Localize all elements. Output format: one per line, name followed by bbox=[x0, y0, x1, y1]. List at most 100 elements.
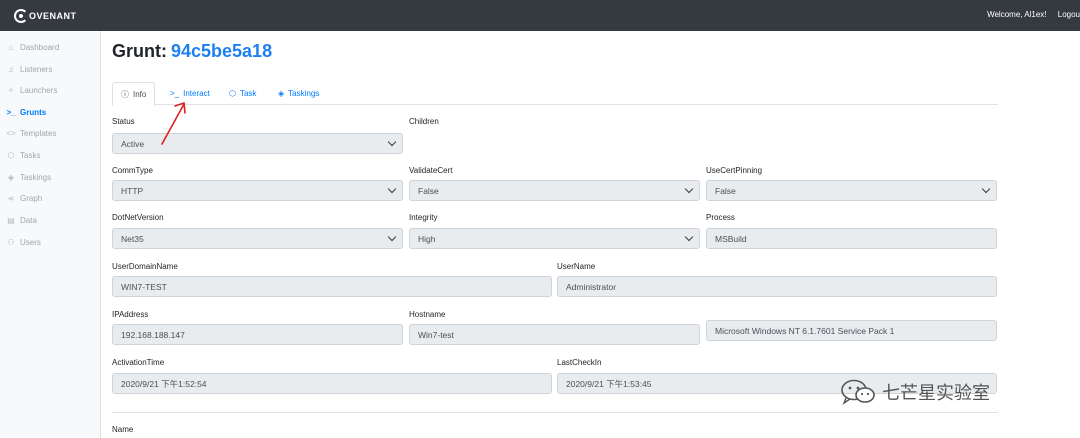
integrity-value: High bbox=[418, 233, 436, 244]
terminal-icon: >_ bbox=[6, 107, 16, 117]
operating-system-field[interactable]: Microsoft Windows NT 6.1.7601 Service Pa… bbox=[706, 320, 997, 341]
validatecert-label: ValidateCert bbox=[409, 166, 453, 175]
annotation-arrow-icon bbox=[161, 102, 186, 145]
ipaddress-label: IPAddress bbox=[112, 310, 149, 319]
usecertpinning-value: False bbox=[715, 185, 736, 196]
watermark-text: 七芒星实验室 bbox=[882, 383, 990, 403]
sidebar-item-users[interactable]: ⚇ Users bbox=[6, 235, 41, 249]
users-icon: ⚇ bbox=[7, 237, 15, 247]
sidebar-item-label: Dashboard bbox=[20, 42, 60, 52]
sidebar-item-label: Listeners bbox=[20, 64, 53, 74]
ipaddress-value: 192.168.188.147 bbox=[121, 329, 185, 340]
top-navbar: OVENANT Welcome, Al1ex! Logou bbox=[0, 0, 1080, 31]
terminal-icon: >_ bbox=[170, 89, 180, 98]
validatecert-value: False bbox=[418, 185, 439, 196]
userdomainname-label: UserDomainName bbox=[112, 262, 178, 271]
hostname-field[interactable]: Win7-test bbox=[409, 324, 700, 345]
sidebar-item-dashboard[interactable]: ⌂ Dashboard bbox=[6, 40, 60, 54]
children-label: Children bbox=[409, 117, 439, 126]
layers-icon: ◈ bbox=[7, 172, 15, 182]
tab-label: Task bbox=[239, 89, 257, 98]
info-icon: ⓘ bbox=[121, 89, 129, 99]
sidebar-item-grunts[interactable]: >_ Grunts bbox=[6, 105, 46, 119]
logout-link[interactable]: Logou bbox=[1058, 10, 1080, 19]
box-icon: ⬡ bbox=[229, 89, 236, 98]
sidebar-item-data[interactable]: ▤ Data bbox=[6, 213, 37, 227]
username-value: Administrator bbox=[566, 281, 617, 292]
username-label: UserName bbox=[557, 262, 596, 271]
hostname-value: Win7-test bbox=[418, 329, 454, 340]
sidebar-item-taskings[interactable]: ◈ Taskings bbox=[6, 170, 51, 184]
covenant-logo-icon bbox=[14, 8, 28, 23]
logo-text: OVENANT bbox=[29, 10, 77, 21]
process-value: MSBuild bbox=[715, 233, 747, 244]
dotnetversion-select[interactable]: Net35 bbox=[112, 228, 403, 249]
status-select[interactable]: Active bbox=[112, 133, 403, 154]
tab-info[interactable]: ⓘ Info bbox=[112, 82, 156, 106]
status-label: Status bbox=[112, 117, 135, 126]
sidebar-item-label: Graph bbox=[20, 193, 43, 203]
page-title-prefix: Grunt: bbox=[112, 41, 167, 61]
process-label: Process bbox=[706, 213, 735, 222]
status-value: Active bbox=[121, 138, 145, 149]
validatecert-select[interactable]: False bbox=[409, 180, 700, 201]
navbar-user-area: Welcome, Al1ex! Logou bbox=[987, 10, 1080, 19]
database-icon: ▤ bbox=[7, 215, 15, 225]
lastcheckin-label: LastCheckIn bbox=[557, 358, 602, 367]
tab-label: Interact bbox=[183, 89, 210, 98]
name-label: Name bbox=[112, 425, 134, 434]
rocket-icon: ✧ bbox=[7, 85, 15, 95]
userdomainname-value: WIN7-TEST bbox=[121, 281, 167, 292]
process-field[interactable]: MSBuild bbox=[706, 228, 997, 249]
chevron-down-icon bbox=[684, 232, 694, 242]
sidebar-item-launchers[interactable]: ✧ Launchers bbox=[6, 83, 58, 97]
chevron-down-icon bbox=[981, 184, 991, 194]
tab-task[interactable]: ⬡ Task bbox=[221, 82, 264, 105]
activationtime-value: 2020/9/21 下午1:52:54 bbox=[121, 378, 207, 389]
watermark: 七芒星实验室 bbox=[840, 376, 990, 408]
headphones-icon: ♫ bbox=[8, 64, 14, 74]
integrity-select[interactable]: High bbox=[409, 228, 700, 249]
grunt-tabs: ⓘ Info >_ Interact ⬡ Task ◈ Taskings bbox=[112, 82, 998, 106]
sidebar-item-tasks[interactable]: ⬡ Tasks bbox=[6, 148, 41, 162]
lastcheckin-value: 2020/9/21 下午1:53:45 bbox=[566, 378, 652, 389]
usecertpinning-label: UseCertPinning bbox=[706, 166, 763, 175]
chevron-down-icon bbox=[387, 232, 397, 242]
ipaddress-field[interactable]: 192.168.188.147 bbox=[112, 324, 403, 345]
sidebar-item-label: Data bbox=[20, 215, 37, 225]
commtype-value: HTTP bbox=[121, 185, 144, 196]
chevron-down-icon bbox=[387, 184, 397, 194]
username-field[interactable]: Administrator bbox=[557, 276, 997, 297]
sidebar-item-label: Taskings bbox=[20, 172, 52, 182]
tab-label: Info bbox=[133, 89, 147, 99]
userdomainname-field[interactable]: WIN7-TEST bbox=[112, 276, 552, 297]
commtype-label: CommType bbox=[112, 166, 153, 175]
dotnetversion-label: DotNetVersion bbox=[112, 213, 164, 222]
code-icon: <> bbox=[6, 128, 16, 138]
sidebar-item-label: Tasks bbox=[20, 150, 41, 160]
welcome-text: Welcome, Al1ex! bbox=[987, 10, 1047, 19]
chevron-down-icon bbox=[387, 137, 397, 147]
page-title: Grunt: 94c5be5a18 bbox=[112, 41, 272, 62]
tab-label: Taskings bbox=[288, 89, 320, 98]
commtype-select[interactable]: HTTP bbox=[112, 180, 403, 201]
dotnetversion-value: Net35 bbox=[121, 233, 144, 244]
usecertpinning-select[interactable]: False bbox=[706, 180, 997, 201]
sidebar-item-templates[interactable]: <> Templates bbox=[6, 126, 56, 140]
sidebar-item-listeners[interactable]: ♫ Listeners bbox=[6, 62, 52, 76]
wechat-icon bbox=[841, 379, 875, 405]
sidebar-item-graph[interactable]: ⋖ Graph bbox=[6, 191, 43, 205]
sidebar: ⌂ Dashboard ♫ Listeners ✧ Launchers >_ G… bbox=[0, 31, 101, 438]
share-icon: ⋖ bbox=[7, 193, 15, 203]
sidebar-item-label: Templates bbox=[20, 128, 57, 138]
tab-taskings[interactable]: ◈ Taskings bbox=[270, 82, 327, 105]
operating-system-value: Microsoft Windows NT 6.1.7601 Service Pa… bbox=[715, 325, 895, 336]
integrity-label: Integrity bbox=[409, 213, 438, 222]
section-divider bbox=[112, 412, 998, 413]
activationtime-label: ActivationTime bbox=[112, 358, 165, 367]
home-icon: ⌂ bbox=[8, 42, 14, 52]
box-icon: ⬡ bbox=[7, 150, 15, 160]
sidebar-item-label: Users bbox=[20, 237, 41, 247]
activationtime-field[interactable]: 2020/9/21 下午1:52:54 bbox=[112, 373, 552, 394]
covenant-logo[interactable]: OVENANT bbox=[14, 7, 77, 24]
